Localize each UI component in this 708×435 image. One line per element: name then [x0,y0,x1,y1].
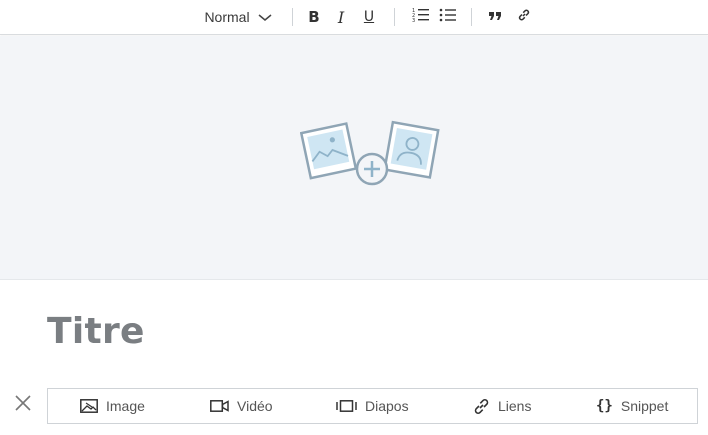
bold-button[interactable]: B [303,0,325,34]
cover-image-dropzone[interactable] [0,36,708,280]
insert-link-label: Liens [498,398,532,414]
link-icon [517,8,531,27]
insert-image-label: Image [106,398,145,414]
italic-button[interactable]: I [330,0,352,34]
slideshow-icon [336,400,357,412]
quote-icon [489,8,503,26]
toolbar-divider [471,8,472,26]
close-insert-bar-button[interactable] [13,393,33,413]
braces-icon: {} [596,398,613,414]
numbered-list-button[interactable]: 1 2 3 [410,0,432,34]
insert-slideshow-label: Diapos [365,398,409,414]
image-icon [80,399,98,413]
insert-slideshow-button[interactable]: Diapos [336,389,409,423]
quote-button[interactable] [485,0,507,34]
underline-button[interactable]: U [358,0,380,34]
insert-video-label: Vidéo [237,398,273,414]
bullet-list-button[interactable] [437,0,459,34]
toolbar-divider [394,8,395,26]
svg-text:3: 3 [412,18,415,23]
formatting-toolbar: Normal B I U 1 2 3 [0,0,708,35]
toolbar-divider [292,8,293,26]
link-button[interactable] [513,0,535,34]
numbered-list-icon: 1 2 3 [412,7,430,28]
insert-snippet-button[interactable]: {} Snippet [596,389,668,423]
bullet-list-icon [439,7,457,28]
insert-image-button[interactable]: Image [80,389,145,423]
close-icon [13,395,33,417]
paragraph-style-label: Normal [204,9,250,25]
video-icon [210,400,229,412]
insert-video-button[interactable]: Vidéo [210,389,273,423]
insert-snippet-label: Snippet [620,398,669,414]
article-title-input[interactable]: Titre [47,311,145,352]
add-image-icon[interactable] [299,120,445,190]
chevron-down-icon [258,9,272,25]
link-icon [473,398,490,415]
editor-page: Normal B I U 1 2 3 Titre Image Vidéo Dia… [0,0,708,435]
insert-block-bar: Image Vidéo Diapos Liens {} Snippet [47,388,698,424]
paragraph-style-dropdown[interactable]: Normal [200,0,276,34]
insert-link-button[interactable]: Liens [473,389,531,423]
